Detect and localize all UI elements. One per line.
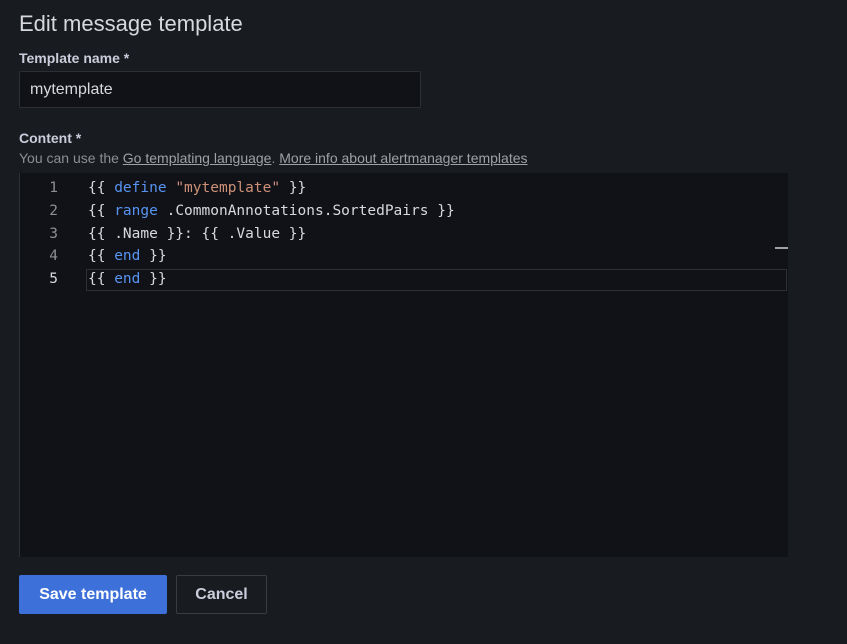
code-line: 1 {{ define "mytemplate" }} — [20, 177, 788, 199]
go-templating-link[interactable]: Go templating language — [123, 150, 272, 166]
code-keyword: end — [114, 271, 141, 287]
code-keyword: end — [114, 248, 141, 265]
line-number: 1 — [49, 180, 58, 196]
line-number: 5 — [49, 271, 58, 287]
code-token: }} — [140, 271, 167, 287]
line-number: 4 — [49, 248, 58, 265]
line-number: 3 — [49, 225, 58, 242]
code-text: {{ end }} — [88, 268, 167, 290]
code-editor[interactable]: 1 {{ define "mytemplate" }} 2 {{ range .Com… — [19, 173, 788, 557]
code-token: {{ — [88, 248, 115, 265]
line-number: 2 — [49, 202, 58, 219]
code-token: {{ — [88, 180, 115, 196]
code-line: 4 {{ end }} — [20, 245, 788, 267]
code-token: {{ — [88, 202, 115, 219]
code-text: {{ define "mytemplate" }} — [88, 177, 306, 199]
template-name-input[interactable] — [19, 71, 421, 108]
code-token: {{ .Name }}: {{ .Value }} — [88, 225, 307, 242]
code-text: {{ .Name }}: {{ .Value }} — [88, 223, 306, 245]
template-name-label: Template name * — [19, 50, 130, 66]
code-line: 5 {{ end }} — [20, 268, 788, 290]
code-token: }} — [280, 180, 307, 196]
code-line: 2 {{ range .CommonAnnotations.SortedPairs… — [20, 200, 788, 222]
code-keyword: range — [114, 202, 158, 219]
code-token: }} — [140, 248, 167, 265]
content-label: Content * — [19, 130, 82, 146]
code-token: .CommonAnnotations.SortedPairs }} — [157, 202, 455, 219]
code-line: 3 {{ .Name }}: {{ .Value }} — [20, 223, 788, 245]
description-prefix: You can use the — [19, 150, 123, 166]
save-template-button[interactable]: Save template — [19, 575, 167, 614]
code-keyword: define — [114, 180, 167, 196]
code-text: {{ range .CommonAnnotations.SortedPairs … — [88, 200, 455, 222]
content-description: You can use the Go templating language. … — [19, 150, 528, 166]
code-string: "mytemplate" — [175, 180, 281, 196]
cancel-button[interactable]: Cancel — [176, 575, 267, 614]
alertmanager-templates-link[interactable]: More info about alertmanager templates — [279, 150, 527, 166]
edit-template-page: Edit message template Template name * Co… — [0, 0, 847, 644]
page-title: Edit message template — [19, 11, 243, 36]
code-token: {{ — [88, 271, 115, 287]
code-text: {{ end }} — [88, 245, 167, 267]
